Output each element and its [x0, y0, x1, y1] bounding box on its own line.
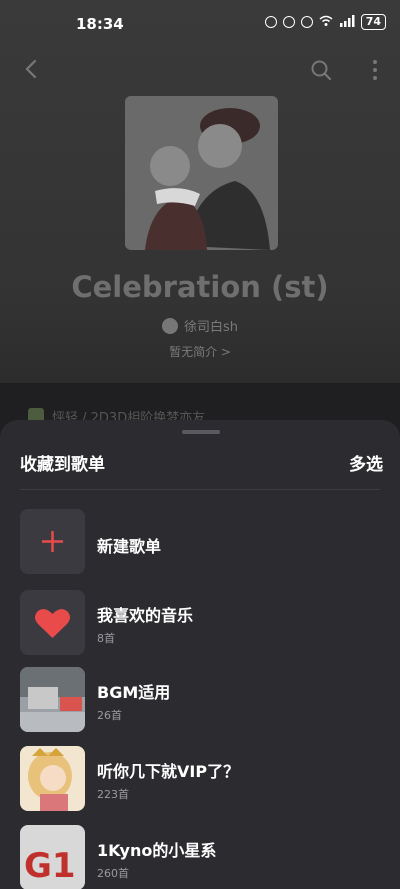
- list-item-name: 新建歌单: [97, 537, 162, 556]
- playlist-thumb-image: G1: [20, 825, 85, 889]
- liked-music-thumb: [20, 590, 85, 655]
- list-item-count: 223首: [97, 788, 129, 801]
- list-item-bgm[interactable]: BGM适用 26首: [0, 667, 400, 733]
- playlist-intro-link[interactable]: 暂无简介 >: [0, 343, 400, 360]
- sheet-drag-handle[interactable]: [182, 430, 220, 434]
- list-item-name: 1Kyno的小星系: [97, 841, 217, 860]
- alarm-icon: [264, 16, 277, 28]
- playlist-title: Celebration (st): [71, 270, 329, 304]
- wifi-icon: [319, 15, 333, 30]
- list-item-liked-music[interactable]: 我喜欢的音乐 8首: [0, 590, 400, 656]
- status-bar: 18:34 74: [0, 0, 400, 50]
- list-item-count: 260首: [97, 867, 129, 880]
- playlist-cover-image: [125, 96, 278, 250]
- bluetooth-icon: [282, 16, 295, 28]
- creator-info[interactable]: 徐司白sh: [0, 316, 400, 335]
- list-item-kyno[interactable]: G1 1Kyno的小星系 260首: [0, 825, 400, 889]
- creator-avatar: [161, 317, 178, 334]
- battery-indicator: 74: [360, 14, 386, 30]
- heart-icon: [35, 609, 70, 638]
- list-item-new-playlist[interactable]: 新建歌单: [0, 509, 400, 575]
- svg-text:G1: G1: [24, 846, 76, 886]
- signal-icon: [339, 14, 355, 30]
- playlist-thumb-image: [20, 667, 85, 732]
- plus-icon: [42, 531, 63, 552]
- status-icons: 74: [264, 14, 386, 30]
- list-item-name: BGM适用: [97, 683, 171, 702]
- list-item-name: 听你几下就VIP了？: [97, 762, 240, 781]
- more-options-icon[interactable]: [366, 58, 384, 82]
- status-time: 18:34: [76, 15, 124, 33]
- back-arrow-icon[interactable]: [20, 57, 44, 81]
- list-item-count: 26首: [97, 709, 122, 722]
- sheet-title: 收藏到歌单: [20, 455, 105, 475]
- divider: [20, 489, 380, 490]
- new-playlist-thumb: [20, 509, 85, 574]
- search-icon[interactable]: [309, 58, 333, 82]
- list-item-name: 我喜欢的音乐: [97, 606, 194, 625]
- mute-icon: [300, 16, 313, 28]
- multi-select-button[interactable]: 多选: [349, 450, 383, 475]
- list-item-count: 8首: [97, 632, 115, 645]
- playlist-thumb-image: [20, 746, 85, 811]
- add-to-playlist-sheet: 收藏到歌单 多选 新建歌单 我喜欢的音乐 8首 BGM适用 26首 听你几下就V…: [0, 420, 400, 889]
- list-item-vip[interactable]: 听你几下就VIP了？ 223首: [0, 746, 400, 812]
- creator-name: 徐司白sh: [183, 320, 238, 335]
